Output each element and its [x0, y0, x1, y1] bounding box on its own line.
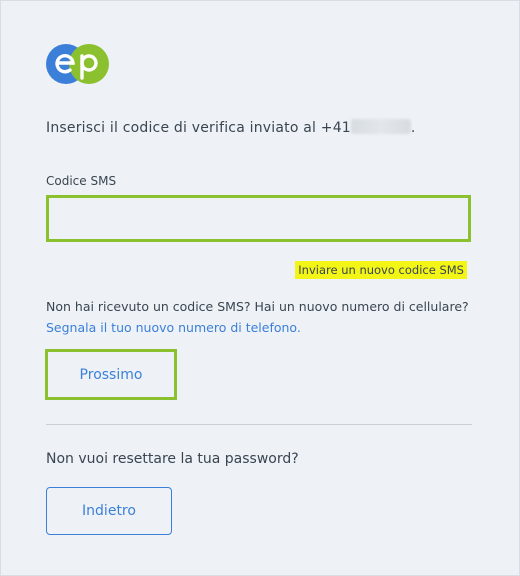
- sms-code-label: Codice SMS: [46, 174, 117, 188]
- verification-instruction: Inserisci il codice di verifica inviato …: [46, 119, 416, 136]
- reset-question: Non vuoi resettare la tua password?: [46, 451, 299, 467]
- sms-code-input[interactable]: [46, 195, 471, 242]
- redacted-phone-number: [350, 119, 411, 134]
- report-new-number-link[interactable]: Segnala il tuo nuovo numero di telefono.: [46, 320, 301, 335]
- help-text: Non hai ricevuto un codice SMS? Hai un n…: [46, 299, 469, 314]
- instruction-text: Inserisci il codice di verifica inviato …: [46, 120, 351, 136]
- instruction-suffix: .: [410, 120, 416, 136]
- back-button[interactable]: Indietro: [46, 487, 172, 535]
- help-message: Non hai ricevuto un codice SMS? Hai un n…: [46, 296, 476, 338]
- next-button[interactable]: Prossimo: [45, 349, 177, 400]
- resend-sms-link[interactable]: Inviare un nuovo codice SMS: [295, 261, 467, 279]
- login-panel: Inserisci il codice di verifica inviato …: [0, 0, 520, 576]
- divider: [46, 424, 472, 425]
- ep-logo: [46, 44, 109, 84]
